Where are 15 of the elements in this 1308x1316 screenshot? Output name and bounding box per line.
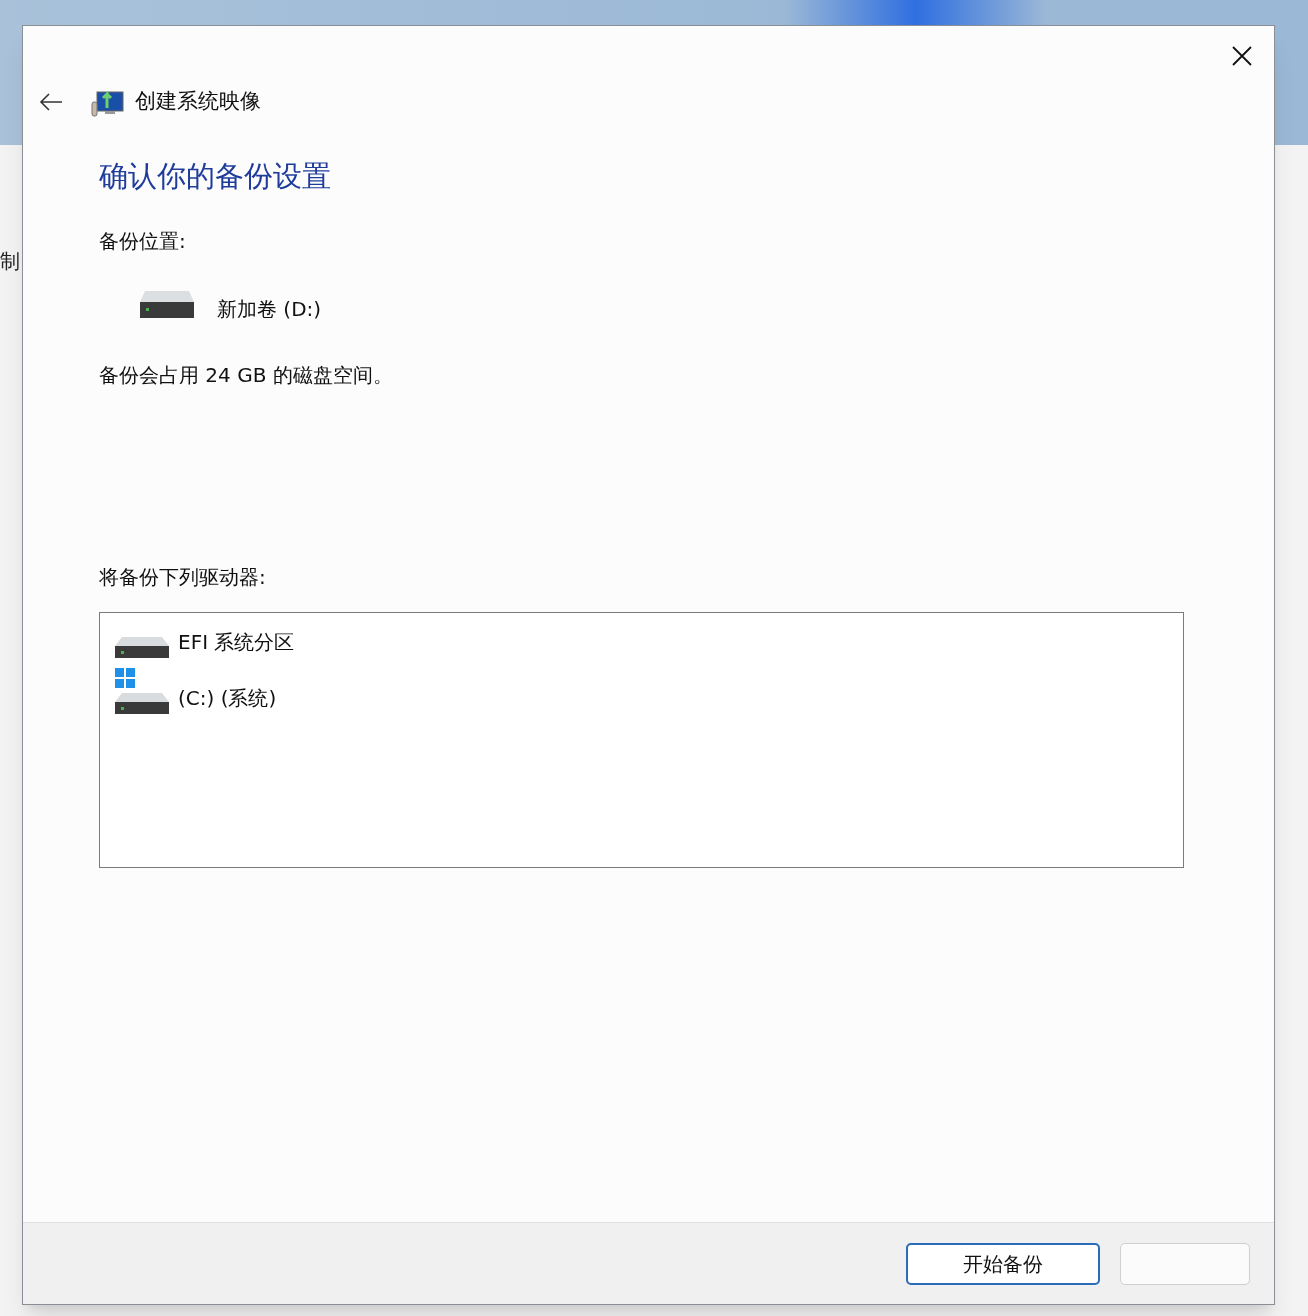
back-arrow-icon (39, 92, 63, 112)
window-title: 创建系统映像 (135, 88, 261, 116)
drive-list-item[interactable]: EFI 系统分区 (114, 627, 1183, 659)
page-heading: 确认你的备份设置 (99, 158, 332, 195)
drive-icon (114, 637, 170, 659)
close-icon (1231, 45, 1253, 67)
system-drive-icon (114, 667, 170, 715)
drive-list-item[interactable]: (C:) (系统) (114, 667, 1183, 715)
drives-label: 将备份下列驱动器: (99, 564, 267, 591)
drive-icon (139, 290, 195, 320)
backup-location-label: 备份位置: (99, 228, 187, 255)
background-window-text: 制 (0, 248, 20, 275)
destination-drive-label: 新加卷 (D:) (217, 296, 322, 323)
start-backup-button[interactable]: 开始备份 (906, 1242, 1100, 1285)
space-note: 备份会占用 24 GB 的磁盘空间。 (99, 362, 394, 389)
